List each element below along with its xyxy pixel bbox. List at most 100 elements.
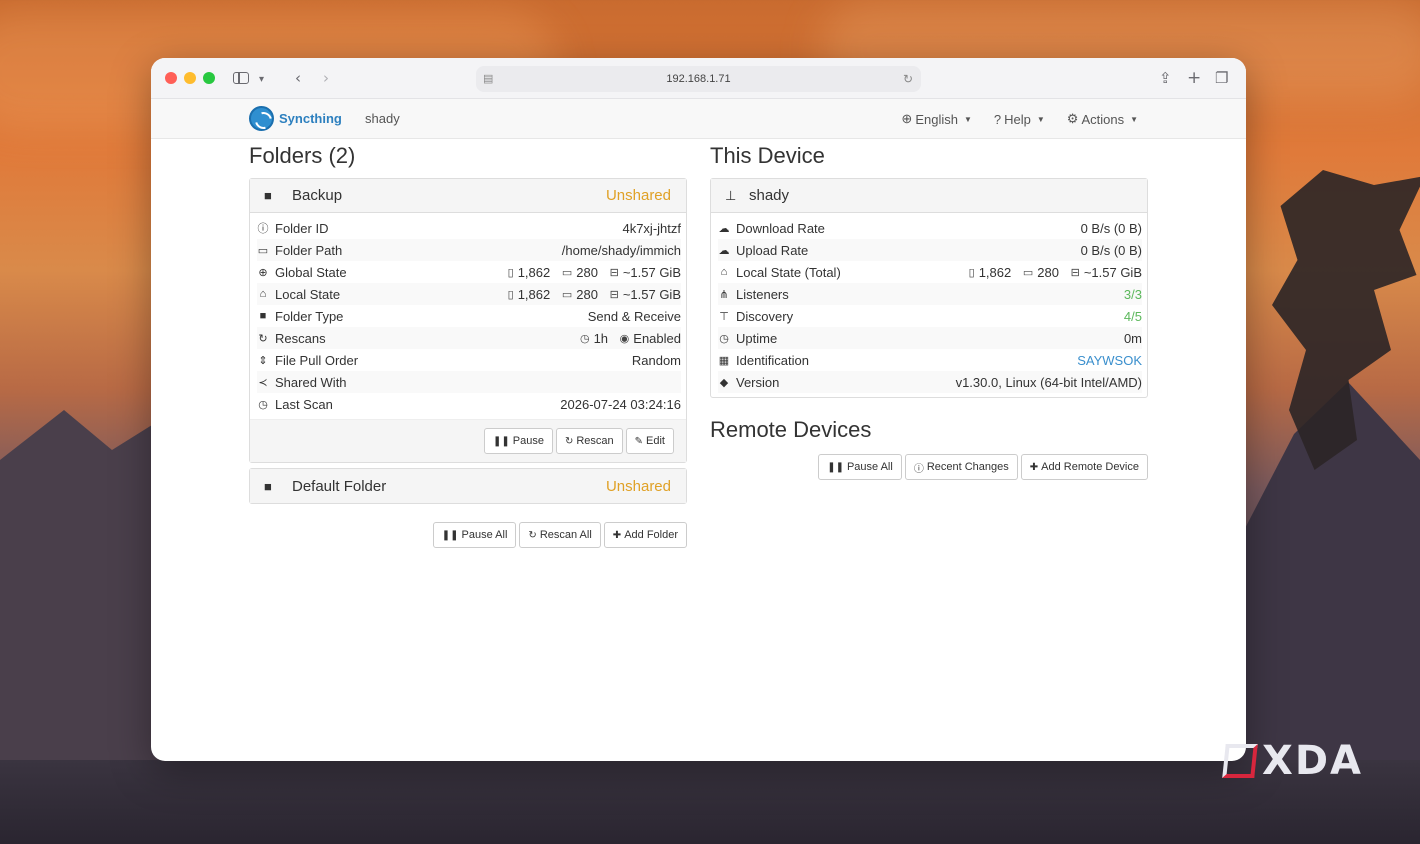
pause-all-devices-button[interactable]: ❚❚ Pause All [818, 454, 902, 480]
row-value: 0 B/s (0 B) [1080, 220, 1142, 236]
hdd-icon: ⊟ [1070, 266, 1080, 279]
address-bar[interactable]: ▤ 192.168.1.71 ↻ [476, 66, 921, 92]
recent-changes-button[interactable]: ⓘ Recent Changes [904, 454, 1018, 480]
folder-icon: ■ [264, 478, 272, 494]
qrcode-icon: ▦ [718, 354, 730, 367]
row-value[interactable]: 3/3 [1124, 287, 1142, 302]
actions-menu[interactable]: ⚙ Actions ▼ [1067, 111, 1138, 127]
remote-devices-actions: ❚❚ Pause All ⓘ Recent Changes ✚ Add Remo… [710, 454, 1148, 480]
caret-down-icon: ▼ [1130, 114, 1138, 124]
navbar-device-name: shady [365, 111, 400, 126]
rescan-folder-button[interactable]: ↻ Rescan [555, 428, 623, 454]
reload-icon[interactable]: ↻ [903, 66, 913, 92]
brand-name: Syncthing [279, 111, 342, 126]
page-settings-icon[interactable]: ▤ [483, 66, 493, 92]
folder-header-backup[interactable]: ■ Backup Unshared [250, 179, 686, 213]
row-value: ▯ 1,862 ▭ 280 ⊟ ~1.57 GiB [508, 265, 681, 280]
detail-row-uptime: ◷ Uptime 0m [718, 327, 1142, 349]
home-icon: ⌂ [720, 266, 728, 278]
language-menu[interactable]: ⊕ English ▼ [901, 111, 971, 127]
button-label: Recent Changes [926, 461, 1009, 473]
row-label: Folder ID [275, 220, 329, 236]
browser-window: ▾ ‹ › ▤ 192.168.1.71 ↻ ⇪ + ❐ Syncthing s… [151, 58, 1246, 761]
row-label: Local State (Total) [736, 264, 841, 280]
back-icon[interactable]: ‹ [295, 68, 301, 88]
detail-row-folder-id: ⓘ Folder ID 4k7xj-jhtzf [257, 217, 682, 239]
background-ground [0, 760, 1420, 844]
minimize-window-button[interactable] [184, 72, 196, 84]
detail-row-folder-type: ■ Folder Type Send & Receive [257, 305, 681, 327]
syncthing-logo-icon [249, 106, 274, 131]
detail-row-upload-rate: ☁ Upload Rate 0 B/s (0 B) [718, 239, 1142, 261]
file-count: 1,862 [517, 264, 551, 280]
tag-icon: ◆ [719, 376, 729, 389]
dir-count: 280 [576, 286, 598, 302]
add-folder-button[interactable]: ✚ Add Folder [603, 522, 687, 548]
rescan-all-button[interactable]: ↻ Rescan All [519, 522, 601, 548]
button-label: Rescan [576, 435, 614, 447]
button-label: Rescan All [539, 529, 592, 541]
cloud-upload-icon: ☁ [718, 244, 730, 257]
help-menu-label: Help [1004, 111, 1031, 127]
gear-icon: ⚙ [1066, 111, 1079, 126]
xda-watermark: XDA [1222, 738, 1363, 784]
folders-title: Folders (2) [249, 143, 356, 168]
folder-outline-icon: ▭ [1022, 266, 1034, 279]
button-label: Pause [512, 435, 544, 447]
caret-down-icon: ▼ [1036, 114, 1045, 124]
row-value[interactable]: 4/5 [1124, 309, 1142, 324]
file-icon: ▯ [968, 266, 975, 279]
globe-icon: ⊕ [901, 111, 913, 126]
row-value: 0 B/s (0 B) [1080, 242, 1142, 258]
folder-panel-default: ■ Default Folder Unshared [249, 468, 687, 504]
button-label: Pause All [846, 461, 893, 473]
row-label: Uptime [736, 330, 778, 346]
row-value: ▯ 1,862 ▭ 280 ⊟ ~1.57 GiB [508, 287, 681, 302]
edit-folder-button[interactable]: ✎ Edit [625, 428, 674, 454]
row-label: Shared With [275, 374, 347, 390]
device-details: ☁ Download Rate 0 B/s (0 B) ☁ Upload Rat… [711, 213, 1147, 397]
brand[interactable]: Syncthing [249, 106, 342, 131]
folder-header-default[interactable]: ■ Default Folder Unshared [250, 469, 686, 503]
caret-down-icon: ▼ [963, 114, 972, 124]
add-remote-device-button[interactable]: ✚ Add Remote Device [1020, 454, 1148, 480]
chevron-down-icon[interactable]: ▾ [259, 70, 264, 90]
share-icon[interactable]: ⇪ [1159, 68, 1172, 88]
folder-actions: ❚❚ Pause ↻ Rescan ✎ Edit [250, 419, 686, 462]
forward-icon[interactable]: › [323, 68, 329, 88]
folder-details: ⓘ Folder ID 4k7xj-jhtzf ▭ Folder Path /h… [250, 213, 686, 415]
tab-overview-icon[interactable]: ❐ [1215, 68, 1228, 88]
close-window-button[interactable] [165, 72, 177, 84]
detail-row-rescans: ↻ Rescans ◷ 1h ◉ Enabled [257, 327, 681, 349]
pause-all-folders-button[interactable]: ❚❚ Pause All [432, 522, 517, 548]
discovery-count[interactable]: 4/5 [1124, 309, 1142, 324]
dir-count: 280 [1037, 264, 1059, 280]
hdd-icon: ⊟ [609, 288, 619, 301]
signpost-icon: ⊤ [719, 310, 729, 323]
sidebar-toggle-icon[interactable] [233, 72, 249, 84]
folder-icon: ■ [264, 188, 272, 203]
sitemap-icon: ⋔ [719, 288, 729, 301]
row-label: Global State [275, 264, 347, 280]
new-tab-icon[interactable]: + [1187, 68, 1201, 88]
help-menu[interactable]: ? Help ▼ [994, 111, 1045, 127]
detail-row-local-state-total: ⌂ Local State (Total) ▯ 1,862 ▭ 280 ⊟ ~1.57… [718, 261, 1142, 283]
info-icon: ⓘ [913, 463, 924, 475]
detail-row-shared-with: ≺ Shared With [257, 371, 681, 393]
folders-actions: ❚❚ Pause All ↻ Rescan All ✚ Add Folder [249, 522, 687, 548]
pause-folder-button[interactable]: ❚❚ Pause [483, 428, 553, 454]
maximize-window-button[interactable] [203, 72, 215, 84]
this-device-header[interactable]: ⊥ shady [711, 179, 1147, 213]
row-value: 0m [1123, 330, 1142, 346]
refresh-icon: ↻ [528, 529, 537, 541]
listeners-count[interactable]: 3/3 [1124, 287, 1142, 302]
device-id-link[interactable]: SAYWSOK [1077, 353, 1142, 368]
row-value[interactable]: SAYWSOK [1077, 353, 1142, 368]
detail-row-folder-path: ▭ Folder Path /home/shady/immich [257, 239, 681, 261]
this-device-name: shady [749, 187, 790, 204]
detail-row-listeners: ⋔ Listeners 3/3 [718, 283, 1142, 305]
browser-titlebar: ▾ ‹ › ▤ 192.168.1.71 ↻ ⇪ + ❐ [151, 58, 1246, 99]
row-value: ◷ 1h ◉ Enabled [580, 331, 681, 346]
question-icon: ? [993, 111, 1002, 127]
folder-name: Default Folder [292, 477, 387, 495]
